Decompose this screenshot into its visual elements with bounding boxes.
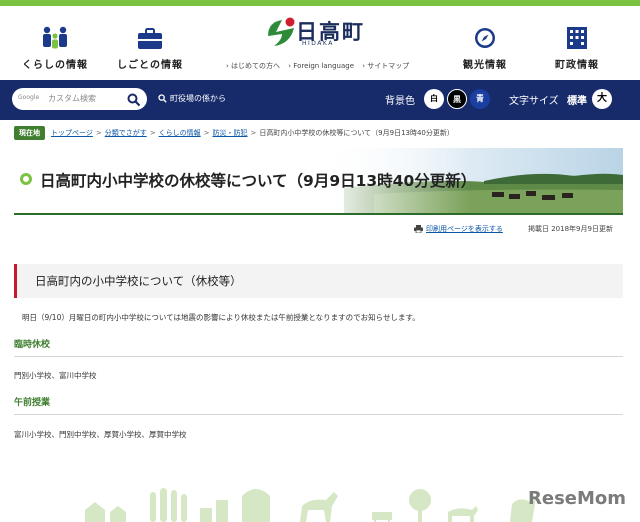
- people-icon: [10, 24, 100, 50]
- morning-schools: 富川小学校、門別中学校、厚賀小学校、厚賀中学校: [14, 430, 187, 439]
- search-icon[interactable]: [127, 92, 141, 111]
- font-size-label: 文字サイズ: [509, 96, 559, 107]
- closure-divider: [14, 356, 623, 357]
- closure-heading: 臨時休校: [14, 340, 51, 350]
- section-heading: 日高町内の小中学校について（休校等）: [35, 274, 242, 288]
- link-sitemap[interactable]: › サイトマップ: [362, 62, 409, 70]
- nav-living-info[interactable]: くらしの情報: [10, 24, 100, 71]
- breadcrumb-here-badge: 現在地: [14, 126, 45, 140]
- font-size-large-button[interactable]: 大: [592, 89, 612, 109]
- printer-icon: [414, 225, 423, 233]
- print-page-link[interactable]: 印刷用ページを表示する: [414, 224, 503, 234]
- logo-sub: HIDAKA: [302, 40, 334, 47]
- nav-government-info[interactable]: 町政情報: [532, 24, 622, 71]
- breadcrumb-link-category[interactable]: 分類でさがす: [105, 128, 147, 138]
- dept-search-label: 町役場の係から: [170, 94, 226, 103]
- bg-black-button[interactable]: 黒: [447, 89, 467, 109]
- search-input[interactable]: カスタム検索: [48, 93, 96, 104]
- nav-tourism-label: 観光情報: [463, 60, 507, 71]
- bg-color-label: 背景色: [385, 96, 415, 107]
- nav-work-label: しごとの情報: [117, 60, 183, 71]
- morning-heading: 午前授業: [14, 398, 51, 408]
- search-box[interactable]: Google カスタム検索: [12, 88, 147, 110]
- breadcrumb-link-disaster[interactable]: 防災・防犯: [213, 128, 248, 138]
- nav-living-label: くらしの情報: [22, 60, 88, 71]
- page-title-banner: 日高町内小中学校の休校等について（9月9日13時40分更新）: [14, 148, 623, 214]
- link-foreign-language[interactable]: › Foreign language: [288, 62, 354, 70]
- search-icon: [158, 94, 167, 103]
- resemom-watermark: ReseMom: [528, 488, 627, 509]
- bg-blue-button[interactable]: 青: [470, 89, 490, 109]
- nav-tourism-info[interactable]: 観光情報: [440, 24, 530, 71]
- briefcase-icon: [105, 24, 195, 50]
- print-page-label: 印刷用ページを表示する: [426, 225, 503, 233]
- header-sublinks: › はじめての方へ › Foreign language › サイトマップ: [226, 61, 415, 71]
- bg-white-button[interactable]: 白: [424, 89, 444, 109]
- search-brand: Google: [18, 94, 40, 101]
- morning-divider: [14, 414, 623, 415]
- nav-government-label: 町政情報: [555, 60, 599, 71]
- breadcrumb: 現在地 トップページ > 分類でさがす > くらしの情報 > 防災・防犯 > 日高町内小…: [14, 126, 626, 140]
- title-bullet-icon: [20, 173, 32, 185]
- intro-paragraph: 明日（9/10）月曜日の町内小中学校については地震の影響により休校または午前授業…: [22, 313, 420, 322]
- font-size-standard-button[interactable]: 標準: [567, 92, 587, 107]
- building-icon: [532, 24, 622, 50]
- nav-work-info[interactable]: しごとの情報: [105, 24, 195, 71]
- posted-date: 掲載日 2018年9月9日更新: [528, 225, 613, 233]
- section-heading-box: 日高町内の小中学校について（休校等）: [14, 264, 623, 298]
- title-underline: [14, 213, 623, 215]
- page-title: 日高町内小中学校の休校等について（9月9日13時40分更新）: [40, 172, 477, 190]
- compass-icon: [440, 24, 530, 50]
- breadcrumb-current: 日高町内小中学校の休校等について（9月9日13時40分更新）: [259, 129, 454, 137]
- breadcrumb-link-top[interactable]: トップページ: [51, 128, 93, 138]
- site-header: くらしの情報 しごとの情報 日高町 HIDAKA › はじめての方へ › For…: [0, 6, 640, 78]
- link-first-visit[interactable]: › はじめての方へ: [226, 62, 280, 70]
- breadcrumb-link-living[interactable]: くらしの情報: [159, 128, 201, 138]
- dept-search-link[interactable]: 町役場の係から: [158, 93, 226, 104]
- utility-bar: Google カスタム検索 町役場の係から 背景色 白 黒 青 文字サイズ 標準…: [0, 80, 640, 120]
- closure-schools: 門別小学校、富川中学校: [14, 371, 97, 380]
